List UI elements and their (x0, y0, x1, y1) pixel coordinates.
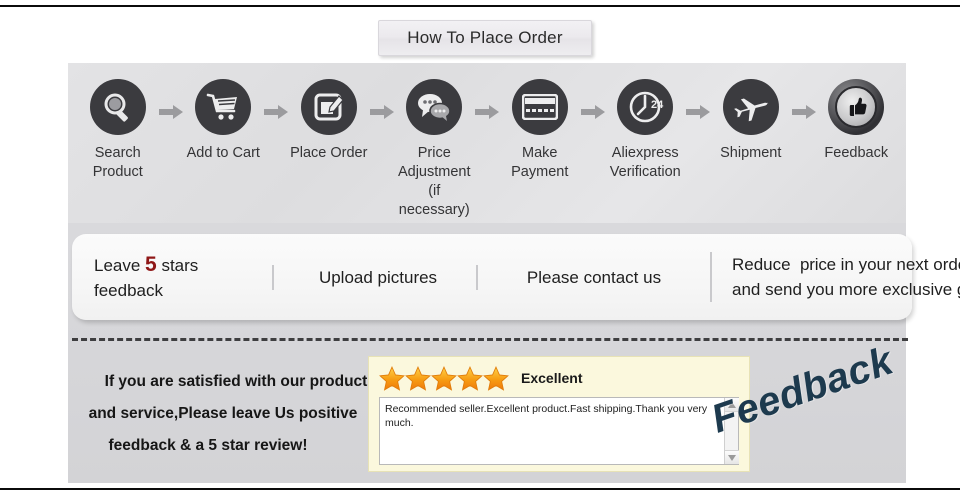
bullet-upload-pictures: Upload pictures (272, 264, 476, 290)
step-label: Search Product (92, 145, 143, 180)
review-comment-box: Recommended seller.Excellent product.Fas… (379, 397, 739, 465)
service-promises-card: Leave 5 stars feedback Upload pictures Pl… (72, 234, 960, 320)
flow-arrow-icon (263, 105, 289, 119)
step-label: Price Adjustment (if necessary) (397, 145, 471, 218)
satisfaction-message: If you are satisfied with our product an… (78, 366, 368, 462)
star-icon (483, 365, 509, 391)
magnifier-icon (89, 79, 146, 135)
star-icon (379, 365, 405, 391)
step-label: Make Payment (511, 145, 569, 180)
bullet-contact-us: Please contact us (476, 264, 710, 290)
section-divider (72, 338, 908, 341)
satisfaction-line-2: and service,Please leave Us positive (88, 405, 358, 422)
review-example-card: Excellent Recommended seller.Excellent p… (368, 356, 750, 472)
thumbs-up-icon (828, 79, 885, 135)
step-label: Place Order (290, 145, 368, 161)
flow-arrow-icon (158, 105, 184, 119)
star-icon (405, 365, 431, 391)
order-steps-flow: Search Product Add to Cart Place Order P… (68, 73, 906, 223)
step-shipment: Shipment (711, 73, 791, 163)
flow-arrow-icon (791, 105, 817, 119)
step-aliexpress-verification: 24 Aliexpress Verification (606, 73, 686, 182)
bullet-reduce-line2: and send you more exclusive gift (732, 280, 960, 299)
svg-text:24: 24 (651, 99, 664, 111)
step-price-adjustment: Price Adjustment (if necessary) (395, 73, 475, 220)
star-icon (431, 365, 457, 391)
satisfaction-line-3: feedback & a 5 star review! (108, 437, 308, 454)
bullet-reduce-price: Reduce price in your next order and send… (710, 252, 960, 302)
clock-24-icon: 24 (617, 79, 674, 135)
credit-card-icon (511, 79, 568, 135)
step-label: Shipment (720, 145, 782, 161)
rating-label: Excellent (521, 370, 583, 386)
step-add-to-cart: Add to Cart (184, 73, 264, 163)
satisfaction-line-1: If you are satisfied with our product (104, 373, 368, 390)
star-rating: Excellent (379, 365, 739, 391)
flow-arrow-icon (369, 105, 395, 119)
airplane-icon (722, 79, 779, 135)
scroll-down-icon[interactable] (725, 450, 739, 464)
step-label: Aliexpress Verification (609, 145, 681, 180)
page-title: How To Place Order (378, 20, 592, 56)
bottom-rule (0, 488, 960, 490)
edit-note-icon (300, 79, 357, 135)
chat-bubbles-icon (406, 79, 463, 135)
page-title-text: How To Place Order (407, 28, 563, 47)
step-search-product: Search Product (78, 73, 158, 182)
promo-banner: How To Place Order Search Product Add to… (0, 0, 960, 500)
step-feedback: Feedback (817, 73, 897, 163)
flow-arrow-icon (474, 105, 500, 119)
step-place-order: Place Order (289, 73, 369, 163)
step-label: Feedback (824, 145, 889, 161)
bullet-highlight-number: 5 (145, 252, 157, 276)
step-label: Add to Cart (186, 145, 260, 161)
shopping-cart-icon (195, 79, 252, 135)
bullet-reduce-line1: Reduce price in your next order (732, 255, 960, 274)
top-rule (0, 5, 960, 7)
step-make-payment: Make Payment (500, 73, 580, 182)
flow-arrow-icon (580, 105, 606, 119)
review-comment-text: Recommended seller.Excellent product.Fas… (385, 403, 708, 429)
star-icon (457, 365, 483, 391)
bullet-pre: Leave (94, 255, 146, 275)
bullet-leave-5-stars: Leave 5 stars feedback (72, 252, 272, 303)
flow-arrow-icon (685, 105, 711, 119)
